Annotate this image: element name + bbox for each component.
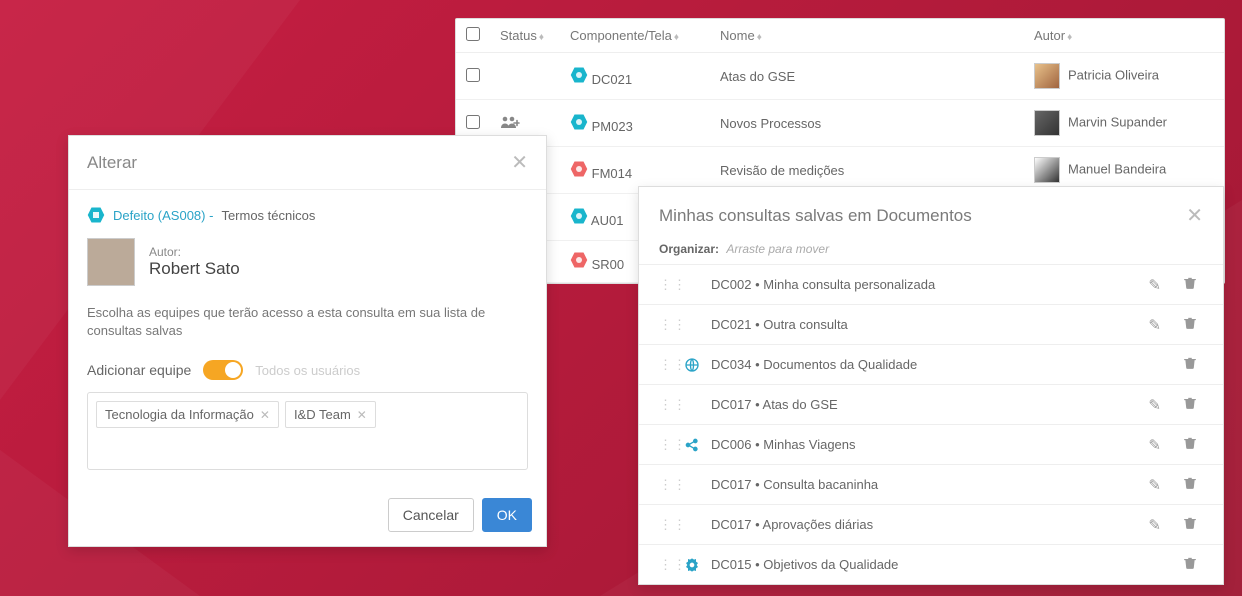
- query-label: DC002 • Minha consulta personalizada: [711, 277, 1132, 292]
- author-name: Patricia Oliveira: [1068, 67, 1159, 82]
- trash-icon[interactable]: [1177, 275, 1203, 294]
- trash-icon[interactable]: [1177, 315, 1203, 334]
- team-tag[interactable]: I&D Team ✕: [285, 401, 376, 428]
- ok-button[interactable]: OK: [482, 498, 532, 532]
- query-item[interactable]: ⋮⋮ DC006 • Minhas Viagens ✎: [639, 424, 1223, 464]
- query-label: DC017 • Aprovações diárias: [711, 517, 1132, 532]
- query-type-icon: [683, 557, 701, 573]
- query-label: DC015 • Objetivos da Qualidade: [711, 557, 1132, 572]
- query-label: DC034 • Documentos da Qualidade: [711, 357, 1132, 372]
- teams-tag-input[interactable]: Tecnologia da Informação ✕ I&D Team ✕: [87, 392, 528, 470]
- cancel-button[interactable]: Cancelar: [388, 498, 474, 532]
- query-item[interactable]: ⋮⋮ DC017 • Atas do GSE ✎: [639, 384, 1223, 424]
- trash-icon[interactable]: [1177, 395, 1203, 414]
- component-icon: [570, 160, 588, 178]
- component-code: DC021: [592, 72, 632, 87]
- tag-remove-icon[interactable]: ✕: [260, 408, 270, 422]
- author-name: Marvin Supander: [1068, 114, 1167, 129]
- drag-handle-icon[interactable]: ⋮⋮: [659, 397, 673, 413]
- edit-icon[interactable]: ✎: [1142, 396, 1167, 414]
- table-row[interactable]: DC021 Atas do GSE Patricia Oliveira: [456, 53, 1224, 100]
- author-avatar: [87, 238, 135, 286]
- col-name[interactable]: Nome♦: [710, 19, 1024, 53]
- tag-remove-icon[interactable]: ✕: [357, 408, 367, 422]
- component-icon: [570, 251, 588, 269]
- query-label: DC017 • Atas do GSE: [711, 397, 1132, 412]
- component-code: PM023: [592, 119, 633, 134]
- all-users-label: Todos os usuários: [255, 363, 360, 378]
- row-checkbox[interactable]: [466, 115, 480, 129]
- edit-icon[interactable]: ✎: [1142, 276, 1167, 294]
- doc-name: Novos Processos: [710, 100, 1024, 147]
- defect-header: Defeito (AS008) - Termos técnicos: [87, 206, 528, 224]
- organize-label: Organizar:: [659, 242, 719, 256]
- avatar: [1034, 110, 1060, 136]
- author-label: Autor:: [149, 245, 240, 259]
- component-code: SR00: [592, 257, 625, 272]
- avatar: [1034, 157, 1060, 183]
- drag-handle-icon[interactable]: ⋮⋮: [659, 317, 673, 333]
- drag-handle-icon[interactable]: ⋮⋮: [659, 357, 673, 373]
- component-icon: [570, 66, 588, 84]
- drag-handle-icon[interactable]: ⋮⋮: [659, 277, 673, 293]
- query-item[interactable]: ⋮⋮ DC002 • Minha consulta personalizada ✎: [639, 264, 1223, 304]
- close-icon[interactable]: ✕: [511, 150, 528, 175]
- dialog-title: Alterar: [87, 153, 137, 173]
- component-icon: [570, 113, 588, 131]
- drag-handle-icon[interactable]: ⋮⋮: [659, 557, 673, 573]
- edit-icon[interactable]: ✎: [1142, 476, 1167, 494]
- query-label: DC017 • Consulta bacaninha: [711, 477, 1132, 492]
- query-item[interactable]: ⋮⋮ DC021 • Outra consulta ✎: [639, 304, 1223, 344]
- query-label: DC006 • Minhas Viagens: [711, 437, 1132, 452]
- drag-handle-icon[interactable]: ⋮⋮: [659, 517, 673, 533]
- doc-name: Atas do GSE: [710, 53, 1024, 100]
- trash-icon[interactable]: [1177, 475, 1203, 494]
- close-icon[interactable]: ✕: [1186, 203, 1203, 228]
- col-status[interactable]: Status♦: [490, 19, 560, 53]
- drag-handle-icon[interactable]: ⋮⋮: [659, 437, 673, 453]
- edit-icon[interactable]: ✎: [1142, 436, 1167, 454]
- query-type-icon: [683, 357, 701, 373]
- table-header-row: Status♦ Componente/Tela♦ Nome♦ Autor♦: [456, 19, 1224, 53]
- organize-hint: Arraste para mover: [726, 242, 829, 256]
- query-item[interactable]: ⋮⋮DC015 • Objetivos da Qualidade✎: [639, 544, 1223, 584]
- query-type-icon: [683, 437, 701, 453]
- component-code: FM014: [592, 166, 632, 181]
- component-code: AU01: [591, 213, 624, 228]
- shared-icon: [500, 116, 520, 132]
- edit-icon[interactable]: ✎: [1142, 316, 1167, 334]
- avatar: [1034, 63, 1060, 89]
- author-name: Manuel Bandeira: [1068, 161, 1166, 176]
- panel-title: Minhas consultas salvas em Documentos: [659, 206, 972, 226]
- saved-queries-panel: Minhas consultas salvas em Documentos ✕ …: [638, 186, 1224, 585]
- query-label: DC021 • Outra consulta: [711, 317, 1132, 332]
- team-tag[interactable]: Tecnologia da Informação ✕: [96, 401, 279, 428]
- trash-icon[interactable]: [1177, 515, 1203, 534]
- select-all-checkbox[interactable]: [466, 27, 480, 41]
- component-icon: [570, 207, 588, 225]
- tag-label: I&D Team: [294, 407, 351, 422]
- row-checkbox[interactable]: [466, 68, 480, 82]
- all-users-toggle[interactable]: [203, 360, 243, 380]
- table-row[interactable]: PM023 Novos Processos Marvin Supander: [456, 100, 1224, 147]
- tag-label: Tecnologia da Informação: [105, 407, 254, 422]
- defect-icon: [87, 206, 105, 224]
- trash-icon[interactable]: [1177, 555, 1203, 574]
- query-item[interactable]: ⋮⋮ DC017 • Consulta bacaninha ✎: [639, 464, 1223, 504]
- edit-icon[interactable]: ✎: [1142, 516, 1167, 534]
- col-author[interactable]: Autor♦: [1024, 19, 1224, 53]
- drag-handle-icon[interactable]: ⋮⋮: [659, 477, 673, 493]
- trash-icon[interactable]: [1177, 355, 1203, 374]
- add-team-label: Adicionar equipe: [87, 362, 191, 378]
- query-item[interactable]: ⋮⋮DC034 • Documentos da Qualidade✎: [639, 344, 1223, 384]
- helper-text: Escolha as equipes que terão acesso a es…: [87, 304, 528, 340]
- alterar-dialog: Alterar ✕ Defeito (AS008) - Termos técni…: [68, 135, 547, 547]
- author-name: Robert Sato: [149, 259, 240, 279]
- trash-icon[interactable]: [1177, 435, 1203, 454]
- query-item[interactable]: ⋮⋮ DC017 • Aprovações diárias ✎: [639, 504, 1223, 544]
- col-component[interactable]: Componente/Tela♦: [560, 19, 710, 53]
